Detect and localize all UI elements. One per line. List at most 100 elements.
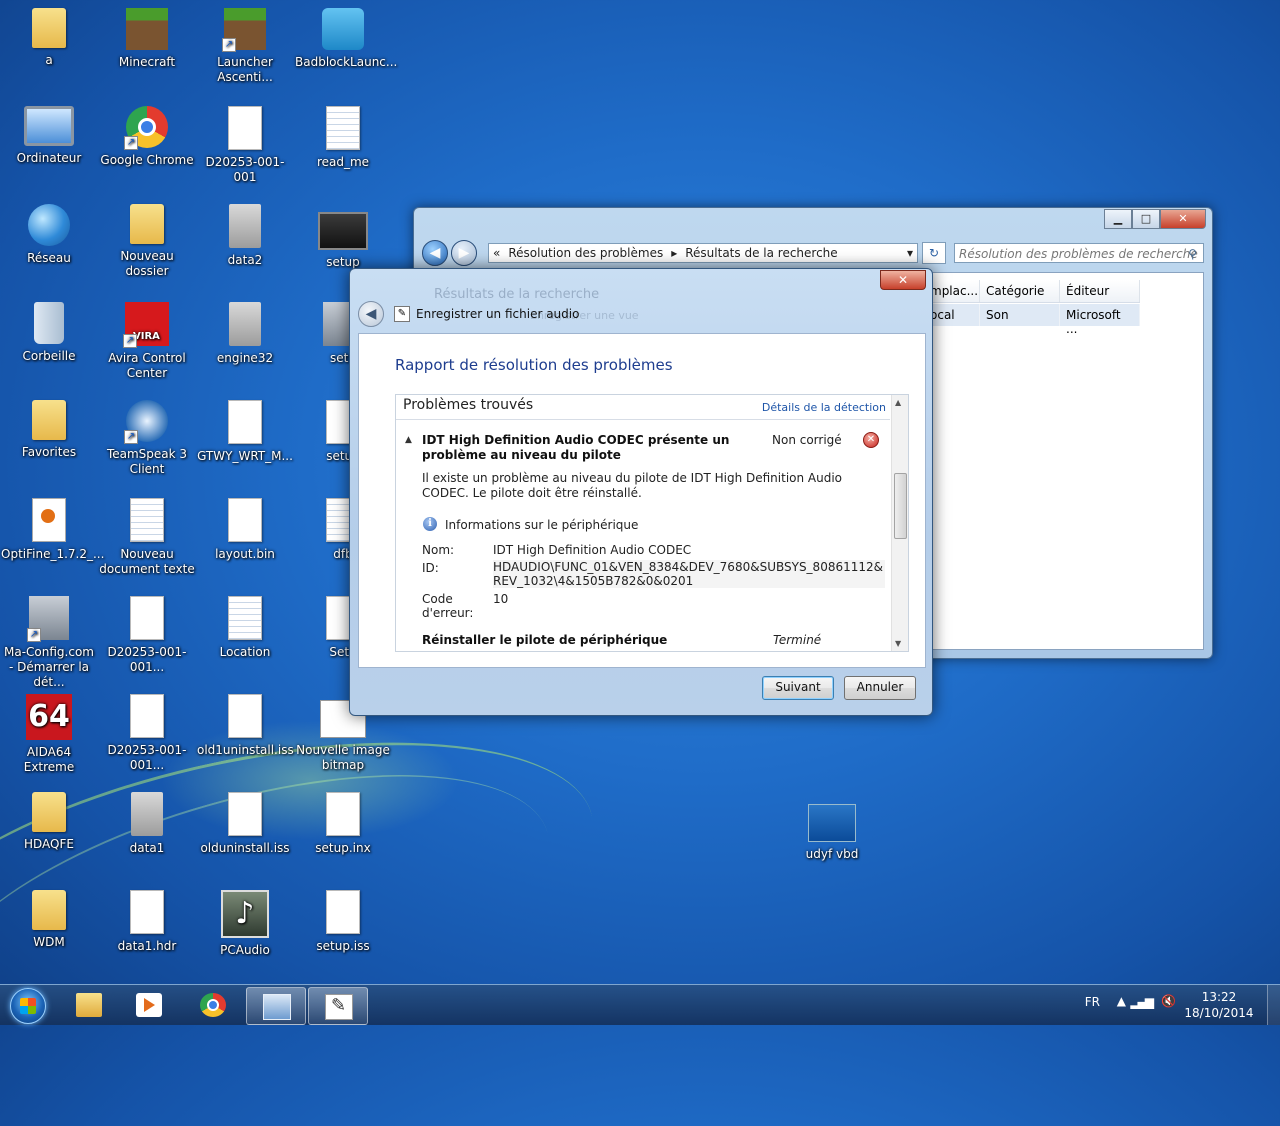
back-button[interactable]: ◀ (422, 240, 448, 266)
scrollbar[interactable]: ▲ ▼ (891, 395, 908, 651)
breadcrumb-search-results[interactable]: Résultats de la recherche (685, 246, 837, 260)
desktop-icon-udyf[interactable]: udyf vbd (784, 798, 880, 862)
desktop-icon-pcaudio[interactable]: ♪ PCAudio (197, 890, 293, 958)
document-icon (228, 106, 262, 150)
taskbar-control-panel[interactable] (246, 987, 306, 1025)
show-desktop-button[interactable] (1267, 985, 1280, 1025)
desktop-icon-hdaqfe[interactable]: HDAQFE (1, 792, 97, 852)
desktop-icon-layout-bin[interactable]: layout.bin (197, 498, 293, 562)
breadcrumb-troubleshooting[interactable]: Résolution des problèmes (508, 246, 663, 260)
desktop-icon-chrome[interactable]: Google Chrome (99, 106, 195, 168)
desktop-icon-location[interactable]: Location (197, 596, 293, 660)
taskbar-explorer[interactable] (60, 987, 118, 1023)
desktop-icon-data1-hdr[interactable]: data1.hdr (99, 890, 195, 954)
cell-category: Son (980, 304, 1060, 326)
clock[interactable]: 13:22 18/10/2014 (1184, 989, 1254, 1021)
desktop-icon-d20253-3[interactable]: D20253-001-001... (99, 694, 195, 773)
close-button[interactable]: ✕ (880, 270, 926, 290)
cabinet-file-icon (229, 204, 261, 248)
column-publisher[interactable]: Éditeur (1060, 280, 1140, 302)
problem-description: Il existe un problème au niveau du pilot… (422, 471, 843, 500)
address-dropdown-icon[interactable]: ▾ (907, 246, 913, 260)
search-icon[interactable]: ⚲ (1188, 244, 1197, 264)
search-placeholder: Résolution des problèmes de recherche (959, 247, 1198, 261)
refresh-button[interactable]: ↻ (922, 242, 946, 264)
troubleshooter-dialog[interactable]: Résultats de la recherche Enregistrer un… (349, 268, 933, 716)
desktop-icon-old1uninstall[interactable]: old1uninstall.iss (197, 694, 294, 758)
volume-muted-icon[interactable]: 🔇 (1161, 994, 1176, 1008)
maximize-button[interactable]: □ (1132, 209, 1160, 229)
desktop-icon-d20253[interactable]: D20253-001-001 (197, 106, 293, 185)
desktop-icon-new-folder[interactable]: Nouveau dossier (99, 204, 195, 279)
back-button[interactable]: ◀ (358, 301, 384, 327)
setup-icon (318, 212, 368, 250)
breadcrumb-overflow[interactable]: « (493, 246, 500, 260)
desktop-icon-user-folder[interactable]: a (1, 8, 97, 68)
java-file-icon (32, 498, 66, 542)
desktop-icon-setup-inx[interactable]: setup.inx (295, 792, 391, 856)
desktop-icon-teamspeak[interactable]: TeamSpeak 3 Client (99, 400, 195, 477)
column-category[interactable]: Catégorie (980, 280, 1060, 302)
scroll-down-icon[interactable]: ▼ (895, 639, 901, 648)
desktop-icon-olduninstall[interactable]: olduninstall.iss (197, 792, 293, 856)
desktop-icon-optifine[interactable]: OptiFine_1.7.2_... (1, 498, 104, 562)
desktop-icon-setup-iss[interactable]: setup.iss (295, 890, 391, 954)
forward-button[interactable]: ▶ (451, 240, 477, 266)
show-hidden-icons[interactable]: ▲ (1117, 994, 1126, 1008)
desktop-icon-data2[interactable]: data2 (197, 204, 293, 268)
taskbar-chrome[interactable] (184, 987, 242, 1023)
id-label: ID: (422, 561, 439, 575)
desktop-icon-engine32[interactable]: engine32 (197, 302, 293, 366)
desktop-icon-favorites[interactable]: Favorites (1, 400, 97, 460)
taskbar-sound-recorder[interactable] (308, 987, 368, 1025)
close-button[interactable]: ✕ (1160, 209, 1206, 229)
desktop-icon-gtwy[interactable]: GTWY_WRT_M... (197, 400, 293, 464)
breadcrumb-separator[interactable]: ▸ (671, 246, 677, 260)
cancel-button[interactable]: Annuler (844, 676, 916, 700)
minimize-button[interactable]: ▁ (1104, 209, 1132, 229)
desktop-icon-launcher[interactable]: Launcher Ascenti... (197, 8, 293, 85)
ghost-title: Résultats de la recherche (434, 287, 600, 302)
desktop-icon-network[interactable]: Réseau (1, 204, 97, 266)
desktop-icon-data1[interactable]: data1 (99, 792, 195, 856)
network-icon[interactable]: ▂▄▆ (1130, 995, 1154, 1009)
desktop-icon-computer[interactable]: Ordinateur (1, 106, 97, 166)
folder-icon (76, 993, 102, 1017)
table-row[interactable]: ocal Son Microsoft ... (924, 304, 1140, 336)
desktop-icon-recycle-bin[interactable]: Corbeille (1, 302, 97, 364)
cabinet-file-icon (229, 302, 261, 346)
info-icon: i (423, 517, 437, 531)
taskbar-media-player[interactable] (120, 987, 178, 1023)
scroll-thumb[interactable] (894, 473, 907, 539)
teamspeak-icon (124, 400, 168, 444)
recycle-bin-icon (34, 302, 64, 344)
troubleshooter-icon (325, 994, 353, 1020)
scroll-up-icon[interactable]: ▲ (895, 398, 901, 407)
start-button[interactable] (2, 986, 52, 1024)
desktop-icon-badblock[interactable]: BadblockLaunc... (295, 8, 397, 70)
desktop-icon-new-text[interactable]: Nouveau document texte (99, 498, 195, 577)
desktop-icon-aida64[interactable]: 64 AIDA64 Extreme (1, 694, 97, 775)
address-bar[interactable]: « Résolution des problèmes ▸ Résultats d… (488, 243, 918, 263)
desktop-icon-ma-config[interactable]: Ma-Config.com - Démarrer la dét... (1, 596, 97, 690)
video-file-icon (808, 804, 856, 842)
next-button[interactable]: Suivant (762, 676, 834, 700)
desktop-icon-avira[interactable]: Avira Control Center (99, 302, 195, 381)
language-indicator[interactable]: FR (1085, 995, 1100, 1009)
document-icon (228, 694, 262, 738)
desktop-icon-setup-1[interactable]: setup (295, 204, 391, 270)
desktop-icon-wdm[interactable]: WDM (1, 890, 97, 950)
desktop-icon-d20253-2[interactable]: D20253-001-001... (99, 596, 195, 675)
search-input[interactable]: Résolution des problèmes de recherche ⚲ (954, 243, 1204, 263)
cell-publisher: Microsoft ... (1060, 304, 1140, 336)
document-icon (326, 792, 360, 836)
desktop-icon-readme[interactable]: read_me (295, 106, 391, 170)
dialog-header: ◀ ✎ Enregistrer un fichier audio (358, 301, 579, 327)
detection-details-link[interactable]: Détails de la détection (762, 401, 886, 414)
document-icon (130, 890, 164, 934)
collapse-icon[interactable]: ▲ (405, 435, 412, 445)
report-title: Rapport de résolution des problèmes (395, 356, 673, 374)
desktop-icon-minecraft[interactable]: Minecraft (99, 8, 195, 70)
name-value: IDT High Definition Audio CODEC (493, 543, 692, 557)
user-folder-icon (32, 8, 66, 48)
